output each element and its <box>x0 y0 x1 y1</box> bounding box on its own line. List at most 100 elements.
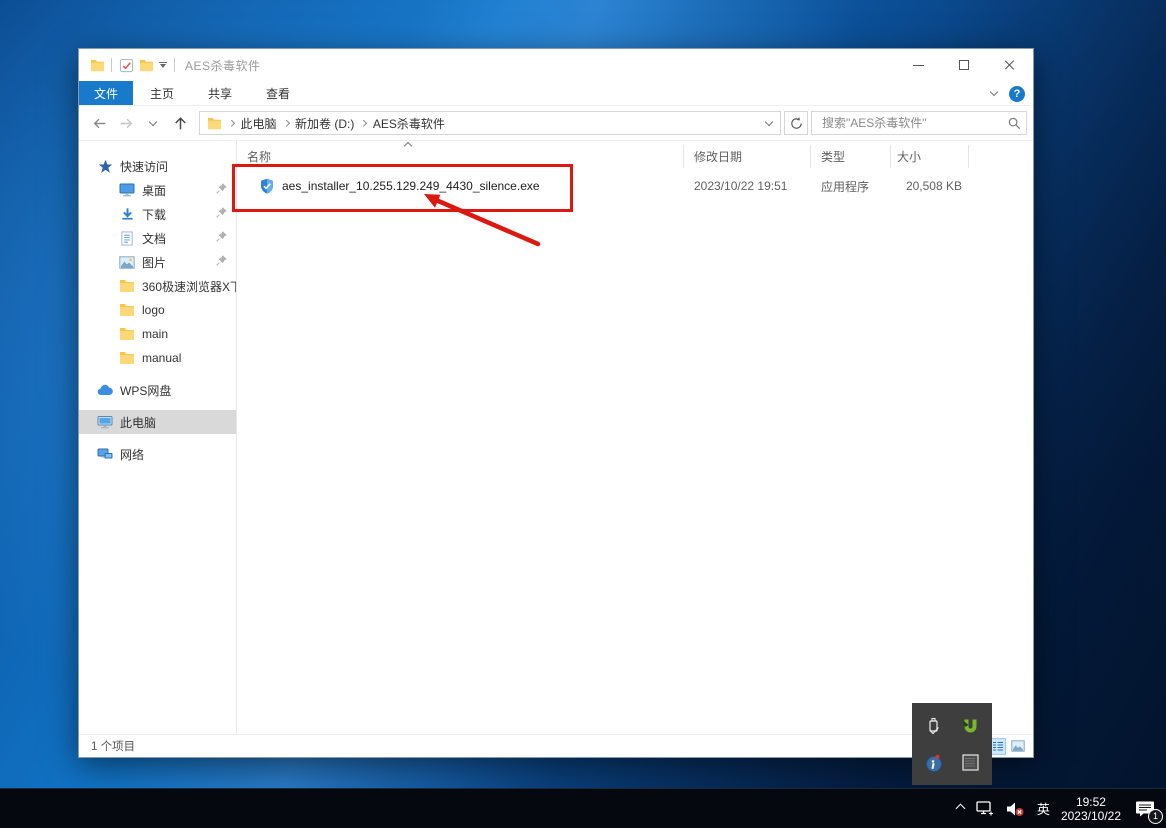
sidebar-item-this-pc[interactable]: 此电脑 <box>79 410 236 434</box>
grid-app-tray-icon[interactable] <box>959 752 981 774</box>
taskbar: 英 19:52 2023/10/22 1 <box>0 788 1166 828</box>
chevron-down-icon <box>148 117 158 126</box>
file-modified-cell: 2023/10/22 19:51 <box>694 179 788 193</box>
item-count: 1 个项目 <box>91 741 136 753</box>
recent-locations-dropdown[interactable] <box>141 111 165 135</box>
breadcrumb-chevron-icon <box>282 119 289 127</box>
file-type-cell: 应用程序 <box>821 179 870 194</box>
qat-properties-button[interactable] <box>116 54 136 76</box>
sidebar-item-downloads[interactable]: 下载 <box>79 202 236 226</box>
clock-time: 19:52 <box>1075 794 1106 809</box>
breadcrumb-this-pc[interactable]: 此电脑 <box>241 115 277 132</box>
search-input[interactable] <box>820 115 1007 131</box>
desktop-icon <box>119 182 135 198</box>
column-header-size[interactable]: 大小 <box>891 145 969 168</box>
green-app-tray-icon[interactable] <box>959 715 981 737</box>
address-dropdown[interactable] <box>764 117 774 126</box>
column-header-modified[interactable]: 修改日期 <box>684 145 811 168</box>
sidebar-item-network[interactable]: 网络 <box>79 442 236 466</box>
column-header-name[interactable]: 名称 <box>237 141 684 168</box>
up-button[interactable] <box>168 111 192 135</box>
file-name-cell[interactable]: aes_installer_10.255.129.249_4430_silenc… <box>237 178 684 194</box>
column-header-type[interactable]: 类型 <box>811 145 891 168</box>
title-bar: AES杀毒软件 <box>79 49 1033 81</box>
download-icon <box>119 206 135 222</box>
tab-home[interactable]: 主页 <box>133 81 191 105</box>
ime-language-indicator[interactable]: 英 <box>1037 799 1050 818</box>
help-icon[interactable]: ? <box>1009 85 1025 102</box>
tray-overflow-flyout <box>912 703 992 785</box>
search-icon[interactable] <box>1007 116 1022 131</box>
folder-icon <box>119 326 135 342</box>
qat-new-folder-button[interactable] <box>136 54 156 76</box>
sidebar-item-documents[interactable]: 文档 <box>79 226 236 250</box>
view-toggles <box>989 737 1026 755</box>
show-hidden-icons-chevron[interactable] <box>955 803 966 814</box>
sidebar-item-main[interactable]: main <box>79 322 236 346</box>
sidebar-item-logo[interactable]: logo <box>79 298 236 322</box>
sidebar-item-pictures[interactable]: 图片 <box>79 250 236 274</box>
cloud-icon <box>97 382 113 398</box>
pin-icon <box>215 182 229 196</box>
breadcrumb-folder-icon <box>206 115 222 131</box>
sidebar-item-wps-cloud[interactable]: WPS网盘 <box>79 378 236 402</box>
ribbon-expand-icon[interactable] <box>989 87 999 97</box>
back-button[interactable] <box>87 111 111 135</box>
forward-button[interactable] <box>114 111 138 135</box>
sidebar-item-manual[interactable]: manual <box>79 346 236 370</box>
network-tray-icon[interactable] <box>975 800 994 817</box>
qat-customize-dropdown[interactable] <box>156 54 170 76</box>
file-row[interactable]: aes_installer_10.255.129.249_4430_silenc… <box>237 171 1033 201</box>
info-sphere-tray-icon[interactable] <box>923 752 945 774</box>
refresh-button[interactable] <box>784 111 808 135</box>
sidebar-item-desktop[interactable]: 桌面 <box>79 178 236 202</box>
tab-view[interactable]: 查看 <box>249 81 307 105</box>
folder-icon <box>119 302 135 318</box>
sidebar-item-quick-access[interactable]: 快速访问 <box>79 154 236 178</box>
navigation-pane: 快速访问 桌面 下载 文档 图片 360极速浏览器X logo main man… <box>79 141 237 734</box>
folder-icon <box>119 350 135 366</box>
desktop: AES杀毒软件 文件 主页 共享 查看 ? 此电脑 新加卷 (D:) AES杀毒… <box>0 0 1166 828</box>
installer-shield-icon <box>261 178 273 194</box>
titlebar-separator <box>111 58 112 72</box>
explorer-window: AES杀毒软件 文件 主页 共享 查看 ? 此电脑 新加卷 (D:) AES杀毒… <box>78 48 1034 758</box>
status-bar: 1 个项目 <box>79 734 1033 757</box>
maximize-icon <box>959 60 969 70</box>
tab-file[interactable]: 文件 <box>79 81 134 105</box>
breadcrumb-drive-d[interactable]: 新加卷 (D:) <box>295 115 354 132</box>
breadcrumb-bar[interactable]: 此电脑 新加卷 (D:) AES杀毒软件 <box>199 111 781 135</box>
ribbon-right-controls: ? <box>989 81 1025 106</box>
computer-icon <box>97 414 113 430</box>
folder-icon <box>119 278 135 294</box>
clock-date: 2023/10/22 <box>1060 808 1121 823</box>
file-list: 名称 修改日期 类型 大小 aes_installer_10.255.129.2… <box>237 141 1033 734</box>
maximize-button[interactable] <box>941 49 987 81</box>
window-title: AES杀毒软件 <box>185 58 261 73</box>
breadcrumb-chevron-icon <box>360 119 367 127</box>
sidebar-item-360-browser-downloads[interactable]: 360极速浏览器X下载 <box>79 274 236 298</box>
large-icons-view-button[interactable] <box>1009 738 1026 755</box>
network-icon <box>97 446 113 462</box>
chevron-down-icon <box>764 117 774 126</box>
dropdown-line <box>159 62 167 63</box>
file-size-cell: 20,508 KB <box>905 179 962 193</box>
action-center-button[interactable]: 1 <box>1132 796 1163 824</box>
titlebar-separator <box>174 58 175 72</box>
breadcrumb-current-folder[interactable]: AES杀毒软件 <box>373 115 445 132</box>
tab-share[interactable]: 共享 <box>191 81 249 105</box>
column-headers: 名称 修改日期 类型 大小 <box>237 141 1033 168</box>
breadcrumb-chevron-icon <box>228 119 235 127</box>
document-icon <box>119 230 135 246</box>
star-icon <box>97 158 113 174</box>
volume-muted-icon[interactable] <box>1005 800 1026 818</box>
window-controls <box>895 49 1033 81</box>
minimize-button[interactable] <box>895 49 941 81</box>
usb-device-icon[interactable] <box>923 715 945 737</box>
pictures-icon <box>119 254 135 270</box>
sort-ascending-icon <box>403 141 413 151</box>
window-folder-icon <box>87 54 107 76</box>
close-button[interactable] <box>987 49 1033 81</box>
taskbar-clock[interactable]: 19:52 2023/10/22 <box>1061 795 1121 823</box>
close-icon <box>1004 59 1016 71</box>
pin-icon <box>215 206 229 220</box>
